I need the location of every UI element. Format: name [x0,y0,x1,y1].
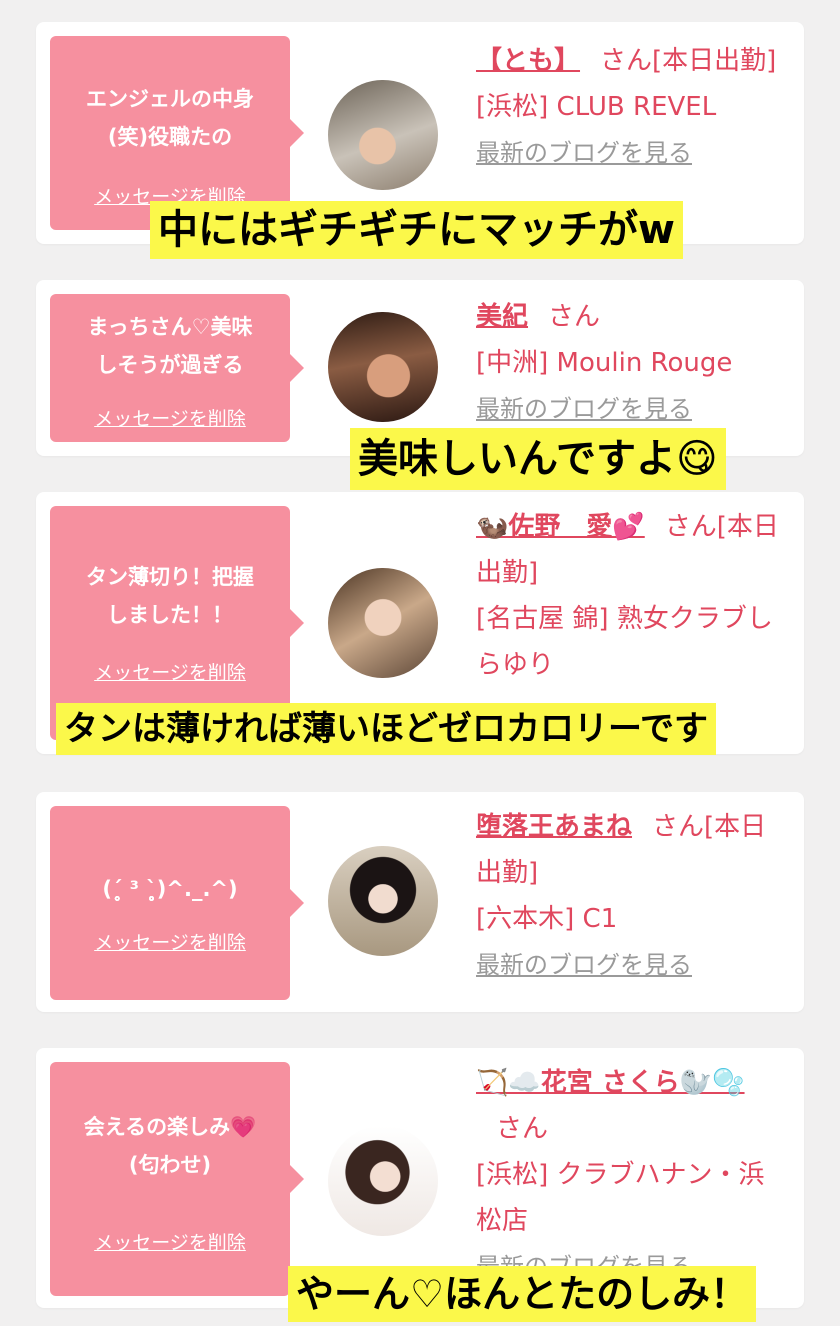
caption-4: やーん♡ほんとたのしみ！ [288,1266,757,1322]
store-location: [浜松] CLUB REVEL [476,92,717,122]
honorific-status: さん [496,1114,549,1144]
message-text: 会えるの楽しみ💗 (匂わせ) [83,1115,257,1177]
profile-info: 【とも】 さん[本日出勤] [浜松] CLUB REVEL 最新のブログを見る [476,38,786,176]
delete-message-link[interactable]: メッセージを削除 [50,928,290,955]
caption-1: 中にはギチギチにマッチがw [150,201,683,259]
store-location: [名古屋 錦] 熟女クラブしらゆり [476,604,773,680]
store-location: [中洲] Moulin Rouge [476,348,733,378]
profile-info: 美紀 さん [中洲] Moulin Rouge 最新のブログを見る [476,294,786,432]
avatar[interactable] [328,1126,438,1236]
profile-info: 🏹☁️花宮 さくら🦭🫧さん [浜松] クラブハナン・浜松店 最新のブログを見る [476,1060,786,1290]
latest-blog-link[interactable]: 最新のブログを見る [476,139,692,167]
delete-message-link[interactable]: メッセージを削除 [50,658,290,685]
profile-name-link[interactable]: 堕落王あまね [476,812,632,842]
caption-3: タンは薄ければ薄いほどゼロカロリーです [56,703,716,755]
message-bubble: まっちさん♡美味 しそうが過ぎる メッセージを削除 [50,294,304,442]
message-bubble: 会えるの楽しみ💗 (匂わせ) メッセージを削除 [50,1062,304,1296]
message-text: まっちさん♡美味 しそうが過ぎる [87,315,253,377]
profile-info: 堕落王あまね さん[本日出勤] [六本木] C1 最新のブログを見る [476,804,786,988]
caption-2: 美味しいんですよ😋 [350,428,726,490]
profile-name-link[interactable]: 🏹☁️花宮 さくら🦭🫧 [476,1068,745,1098]
message-bubble: (ˊ̥̥̥̥̥ ³ ˋ̥̥̥̥̥)^._.^) メッセージを削除 [50,806,304,1000]
message-text: エンジェルの中身 (笑)役職たの [86,87,254,149]
profile-name-link[interactable]: 【とも】 [476,46,580,76]
latest-blog-link[interactable]: 最新のブログを見る [476,951,692,979]
avatar[interactable] [328,568,438,678]
profile-name-link[interactable]: 🦦佐野 愛💕 [476,512,645,542]
honorific-status: さん [548,302,601,332]
avatar[interactable] [328,846,438,956]
store-location: [浜松] クラブハナン・浜松店 [476,1160,765,1236]
avatar[interactable] [328,312,438,422]
delete-message-link[interactable]: メッセージを削除 [50,1228,290,1255]
message-text: (ˊ̥̥̥̥̥ ³ ˋ̥̥̥̥̥)^._.^) [102,877,238,901]
honorific-status: さん[本日出勤] [600,46,777,76]
delete-message-link[interactable]: メッセージを削除 [50,404,290,431]
latest-blog-link[interactable]: 最新のブログを見る [476,395,692,423]
profile-info: 🦦佐野 愛💕 さん[本日出勤] [名古屋 錦] 熟女クラブしらゆり [476,504,786,688]
match-card: (ˊ̥̥̥̥̥ ³ ˋ̥̥̥̥̥)^._.^) メッセージを削除 堕落王あまねさ… [36,792,804,1012]
message-text: タン薄切り！把握 しました！！ [86,565,254,627]
store-location: [六本木] C1 [476,904,618,934]
profile-name-link[interactable]: 美紀 [476,302,528,332]
avatar[interactable] [328,80,438,190]
